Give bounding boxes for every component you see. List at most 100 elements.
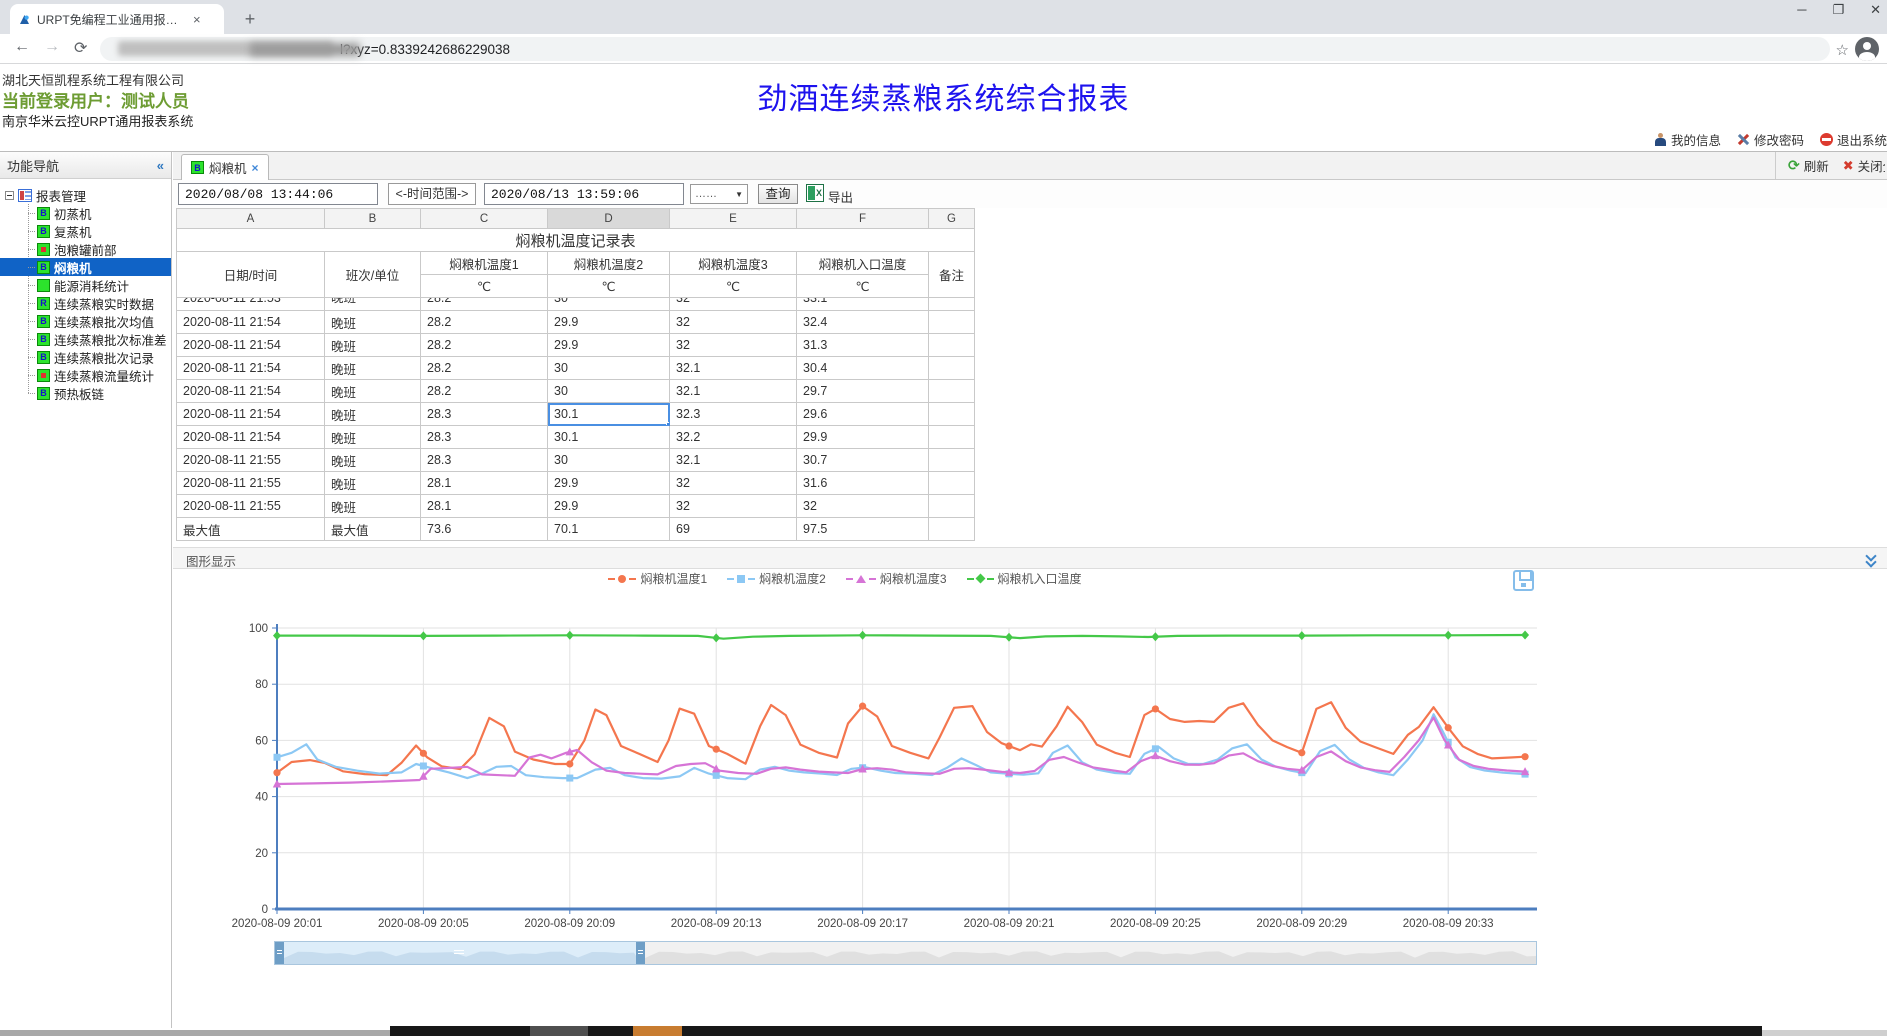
cell-r1c2[interactable]: 28.2: [421, 334, 548, 357]
max-cell-c1[interactable]: 最大值: [325, 518, 421, 541]
chart-range-slider[interactable]: [274, 941, 1537, 965]
max-cell-c4[interactable]: 69: [670, 518, 797, 541]
column-letter-G[interactable]: G: [929, 209, 975, 229]
col-header-temp3[interactable]: 焖粮机温度3: [670, 252, 797, 275]
tab-close-icon[interactable]: ×: [193, 12, 201, 27]
query-button[interactable]: 查询: [758, 184, 798, 204]
cell-r0c2[interactable]: 28.2: [421, 311, 548, 334]
collapse-chevron-icon[interactable]: [1865, 552, 1879, 566]
excel-export-icon[interactable]: [806, 184, 824, 202]
sidebar-item-连续蒸粮流量统计[interactable]: 连续蒸粮流量统计: [0, 366, 171, 384]
end-time-input[interactable]: [484, 183, 684, 205]
cell-r6c6[interactable]: [929, 449, 975, 472]
legend-item-焖粮机温度2[interactable]: 焖粮机温度2: [727, 570, 826, 587]
cell-r1c3[interactable]: 29.9: [548, 334, 670, 357]
max-cell-c5[interactable]: 97.5: [797, 518, 929, 541]
cell-r3c4[interactable]: 32.1: [670, 380, 797, 403]
cell-r4c0[interactable]: 2020-08-11 21:54: [177, 403, 325, 426]
cell-partial[interactable]: 晚班: [325, 298, 421, 311]
cell-r6c1[interactable]: 晚班: [325, 449, 421, 472]
cell-r3c5[interactable]: 29.7: [797, 380, 929, 403]
cell-r0c5[interactable]: 32.4: [797, 311, 929, 334]
new-tab-button[interactable]: +: [238, 8, 262, 32]
sidebar-item-连续蒸粮批次标准差[interactable]: B连续蒸粮批次标准差: [0, 330, 171, 348]
max-cell-c2[interactable]: 73.6: [421, 518, 548, 541]
cell-r2c0[interactable]: 2020-08-11 21:54: [177, 357, 325, 380]
slider-unselected-area[interactable]: [645, 942, 1536, 964]
cell-partial[interactable]: 28.2: [421, 298, 548, 311]
cell-r1c1[interactable]: 晚班: [325, 334, 421, 357]
cell-r4c4[interactable]: 32.3: [670, 403, 797, 426]
cell-r5c1[interactable]: 晚班: [325, 426, 421, 449]
refresh-button[interactable]: ⟳刷新: [1788, 156, 1829, 175]
cell-r2c3[interactable]: 30: [548, 357, 670, 380]
cell-r4c6[interactable]: [929, 403, 975, 426]
cell-r7c4[interactable]: 32: [670, 472, 797, 495]
cell-r8c1[interactable]: 晚班: [325, 495, 421, 518]
cell-r4c3[interactable]: 30.1: [548, 403, 670, 426]
save-chart-icon[interactable]: [1513, 570, 1534, 591]
sidebar-item-初蒸机[interactable]: B初蒸机: [0, 204, 171, 222]
column-letter-B[interactable]: B: [325, 209, 421, 229]
cell-r6c5[interactable]: 30.7: [797, 449, 929, 472]
cell-r8c2[interactable]: 28.1: [421, 495, 548, 518]
sidebar-item-泡粮罐前部[interactable]: 泡粮罐前部: [0, 240, 171, 258]
cell-r2c1[interactable]: 晚班: [325, 357, 421, 380]
column-letter-C[interactable]: C: [421, 209, 548, 229]
cell-r1c6[interactable]: [929, 334, 975, 357]
sidebar-item-复蒸机[interactable]: B复蒸机: [0, 222, 171, 240]
cell-r4c1[interactable]: 晚班: [325, 403, 421, 426]
back-icon[interactable]: ←: [14, 38, 30, 56]
max-cell-c6[interactable]: [929, 518, 975, 541]
tree-root-report-management[interactable]: 报表管理: [0, 186, 171, 204]
bookmark-star-icon[interactable]: ☆: [1836, 41, 1849, 59]
sidebar-item-焖粮机[interactable]: B焖粮机: [0, 258, 171, 276]
start-time-input[interactable]: [178, 183, 378, 205]
cell-r5c6[interactable]: [929, 426, 975, 449]
cell-r0c1[interactable]: 晚班: [325, 311, 421, 334]
cell-r8c0[interactable]: 2020-08-11 21:55: [177, 495, 325, 518]
window-maximize-button[interactable]: ❐: [1832, 2, 1844, 18]
cell-r6c2[interactable]: 28.3: [421, 449, 548, 472]
cell-r5c0[interactable]: 2020-08-11 21:54: [177, 426, 325, 449]
cell-r3c2[interactable]: 28.2: [421, 380, 548, 403]
sidebar-item-预热板链[interactable]: B预热板链: [0, 384, 171, 402]
cell-partial[interactable]: 30: [548, 298, 670, 311]
export-button[interactable]: 导出: [828, 187, 853, 206]
reload-icon[interactable]: ⟳: [74, 38, 87, 58]
cell-r1c5[interactable]: 31.3: [797, 334, 929, 357]
column-letter-F[interactable]: F: [797, 209, 929, 229]
cell-r8c6[interactable]: [929, 495, 975, 518]
slider-selected-window[interactable]: [284, 942, 636, 964]
browser-profile-avatar[interactable]: [1855, 37, 1879, 61]
sidebar-item-连续蒸粮批次记录[interactable]: B连续蒸粮批次记录: [0, 348, 171, 366]
col-header-date[interactable]: 日期/时间: [177, 252, 325, 298]
col-header-temp1[interactable]: 焖粮机温度1: [421, 252, 548, 275]
max-cell-c3[interactable]: 70.1: [548, 518, 670, 541]
cell-partial[interactable]: 2020-08-11 21:53: [177, 298, 325, 311]
window-minimize-button[interactable]: ─: [1797, 2, 1806, 18]
cell-r5c5[interactable]: 29.9: [797, 426, 929, 449]
cell-r7c1[interactable]: 晚班: [325, 472, 421, 495]
cell-r2c2[interactable]: 28.2: [421, 357, 548, 380]
cell-r6c0[interactable]: 2020-08-11 21:55: [177, 449, 325, 472]
sidebar-item-连续蒸粮实时数据[interactable]: R连续蒸粮实时数据: [0, 294, 171, 312]
cell-r6c4[interactable]: 32.1: [670, 449, 797, 472]
col-header-remark[interactable]: 备注: [929, 252, 975, 298]
col-header-temp4[interactable]: 焖粮机入口温度: [797, 252, 929, 275]
cell-r8c4[interactable]: 32: [670, 495, 797, 518]
cell-r3c6[interactable]: [929, 380, 975, 403]
change-password-link[interactable]: 修改密码: [1737, 130, 1804, 149]
cell-r4c5[interactable]: 29.6: [797, 403, 929, 426]
slider-window-grip[interactable]: [454, 949, 464, 957]
cell-r5c3[interactable]: 30.1: [548, 426, 670, 449]
cell-r7c5[interactable]: 31.6: [797, 472, 929, 495]
cell-r2c4[interactable]: 32.1: [670, 357, 797, 380]
cell-partial[interactable]: 33.1: [797, 298, 929, 311]
cell-r2c6[interactable]: [929, 357, 975, 380]
column-letter-E[interactable]: E: [670, 209, 797, 229]
sidebar-item-能源消耗统计[interactable]: 能源消耗统计: [0, 276, 171, 294]
col-header-shift[interactable]: 班次/单位: [325, 252, 421, 298]
sidebar-collapse-icon[interactable]: «: [157, 158, 164, 173]
cell-r6c3[interactable]: 30: [548, 449, 670, 472]
